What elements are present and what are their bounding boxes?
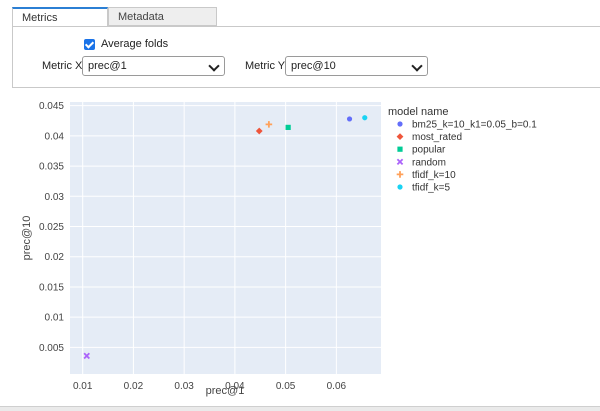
y-tick-label: 0.01 [45, 313, 65, 324]
legend-marker [397, 146, 403, 152]
tab-metrics[interactable]: Metrics [12, 7, 108, 27]
y-tick-label: 0.045 [39, 101, 64, 112]
legend-label: tfidf_k=10 [412, 170, 456, 181]
data-point [362, 115, 368, 121]
x-tick-label: 0.06 [327, 381, 347, 392]
legend-item[interactable]: bm25_k=10_k1=0.05_b=0.1 [397, 120, 537, 131]
legend-title: model name [388, 106, 449, 118]
y-tick-label: 0.03 [45, 192, 65, 203]
y-tick-label: 0.005 [39, 343, 64, 354]
x-tick-label: 0.01 [73, 381, 93, 392]
data-point [346, 116, 353, 122]
x-axis-title: prec@1 [206, 385, 245, 397]
data-point [285, 124, 291, 130]
bottom-border [0, 406, 600, 411]
legend-item[interactable]: tfidf_k=10 [396, 170, 456, 181]
legend-item[interactable]: tfidf_k=5 [397, 183, 451, 194]
legend-marker [397, 121, 403, 127]
legend-marker [396, 171, 404, 178]
metric-y-select[interactable]: prec@10 [285, 56, 428, 76]
x-tick-label: 0.03 [174, 381, 194, 392]
legend-label: popular [412, 145, 446, 156]
chevron-down-icon [208, 60, 220, 72]
metric-x-value: prec@1 [88, 60, 127, 72]
metric-x-label: Metric X: [42, 60, 86, 72]
plot-area [70, 102, 381, 374]
legend-label: most_rated [412, 132, 462, 143]
y-tick-label: 0.035 [39, 162, 64, 173]
legend-label: random [412, 157, 446, 168]
legend-marker [397, 184, 403, 190]
metric-y-label: Metric Y: [245, 60, 288, 72]
x-tick-label: 0.02 [124, 381, 144, 392]
y-tick-label: 0.04 [45, 131, 65, 142]
average-folds-label: Average folds [101, 38, 169, 50]
y-tick-label: 0.02 [45, 252, 65, 263]
legend-item[interactable]: popular [397, 145, 446, 156]
legend-marker [396, 133, 404, 140]
scatter-chart: 0.005 0.01 0.015 0.02 0.025 0.03 0.035 0.04 0.04… [21, 101, 537, 397]
legend-label: tfidf_k=5 [412, 183, 451, 194]
legend-item[interactable]: random [396, 157, 446, 168]
x-tick-label: 0.05 [276, 381, 296, 392]
legend-item[interactable]: most_rated [396, 132, 462, 143]
metric-x-select[interactable]: prec@1 [82, 56, 225, 76]
average-folds-checkbox[interactable] [84, 38, 95, 50]
average-folds-control[interactable]: Average folds [84, 38, 168, 50]
chevron-down-icon [411, 60, 423, 72]
y-tick-label: 0.025 [39, 222, 64, 233]
y-tick-label: 0.015 [39, 282, 64, 293]
y-axis-title: prec@10 [21, 216, 33, 261]
tab-metadata[interactable]: Metadata [108, 7, 217, 26]
legend-marker [396, 158, 404, 166]
metric-y-value: prec@10 [291, 60, 336, 72]
legend-label: bm25_k=10_k1=0.05_b=0.1 [412, 120, 537, 131]
